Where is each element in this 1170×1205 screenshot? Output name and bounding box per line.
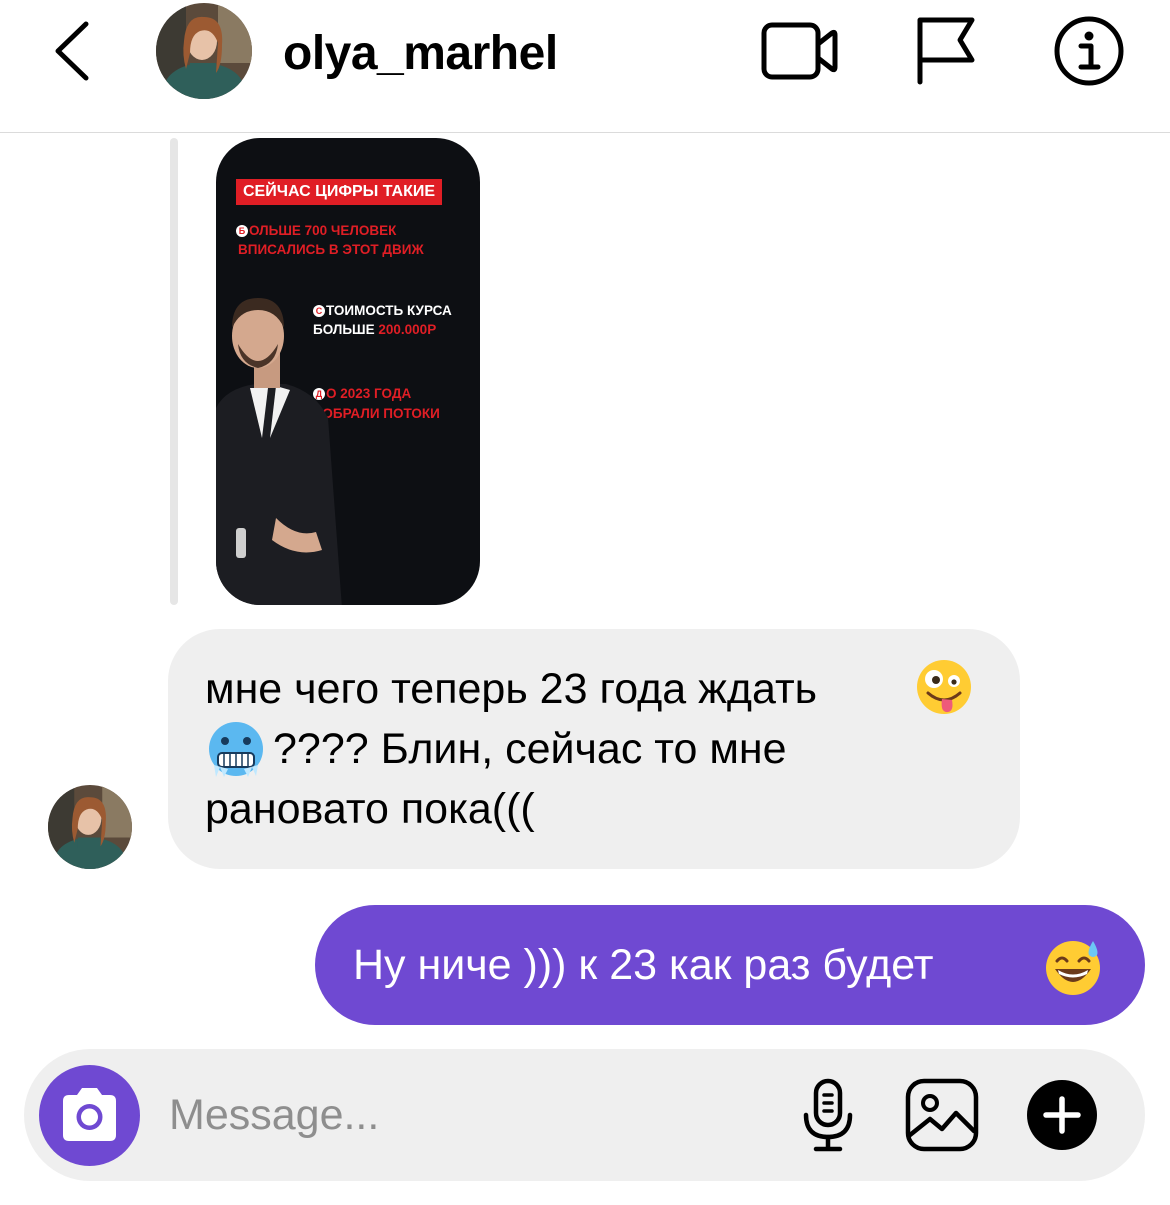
incoming-message-line-1: мне чего теперь 23 года ждать xyxy=(205,665,818,713)
microphone-icon[interactable] xyxy=(800,1077,856,1153)
message-composer xyxy=(24,1049,1145,1181)
story-item-1-line-2: ВПИСАЛИСЬ В ЭТОТ ДВИЖ xyxy=(238,242,424,257)
info-icon[interactable] xyxy=(1052,14,1126,88)
incoming-message-line-3: рановато пока((( xyxy=(205,785,535,833)
story-headline: СЕЙЧАС ЦИФРЫ ТАКИЕ xyxy=(236,179,443,205)
story-person-image xyxy=(216,298,342,605)
contact-username[interactable]: olya_marhel xyxy=(283,26,558,81)
incoming-message-line-2: ???? Блин, сейчас то мне xyxy=(273,725,787,773)
outgoing-message-text: Ну ниче ))) к 23 как раз будет xyxy=(353,941,934,989)
zany-face-emoji-icon xyxy=(917,660,971,714)
incoming-message-bubble[interactable]: мне чего теперь 23 года ждать ???? Блин,… xyxy=(168,629,1020,869)
story-item-1-line-1: Б ОЛЬШЕ 700 ЧЕЛОВЕК xyxy=(236,221,396,241)
camera-button[interactable] xyxy=(39,1065,140,1166)
reply-indicator-bar xyxy=(170,138,178,605)
cold-face-emoji-icon xyxy=(209,722,263,777)
flag-icon[interactable] xyxy=(914,14,976,86)
plus-icon[interactable] xyxy=(1026,1079,1098,1151)
avatar-photo xyxy=(48,785,132,869)
back-chevron-icon[interactable] xyxy=(50,18,96,84)
sender-avatar[interactable] xyxy=(48,785,132,869)
direct-message-thread: olya_marhel СЕЙЧАС ЦИФРЫ ТАКИЕ Б ОЛЬШЕ 70… xyxy=(0,0,1170,1205)
story-item-1-marker: Б xyxy=(236,225,248,237)
video-call-icon[interactable] xyxy=(760,20,838,82)
grinning-face-with-sweat-emoji-icon xyxy=(1046,941,1100,995)
outgoing-message-bubble[interactable]: Ну ниче ))) к 23 как раз будет xyxy=(315,905,1145,1025)
gallery-icon[interactable] xyxy=(904,1077,980,1153)
contact-avatar[interactable] xyxy=(156,3,252,99)
shared-story-card[interactable]: СЕЙЧАС ЦИФРЫ ТАКИЕ Б ОЛЬШЕ 700 ЧЕЛОВЕК ВП… xyxy=(216,138,480,605)
chat-header: olya_marhel xyxy=(0,0,1170,133)
message-input[interactable] xyxy=(169,1085,749,1145)
avatar-photo xyxy=(156,3,252,99)
camera-icon xyxy=(63,1088,116,1141)
